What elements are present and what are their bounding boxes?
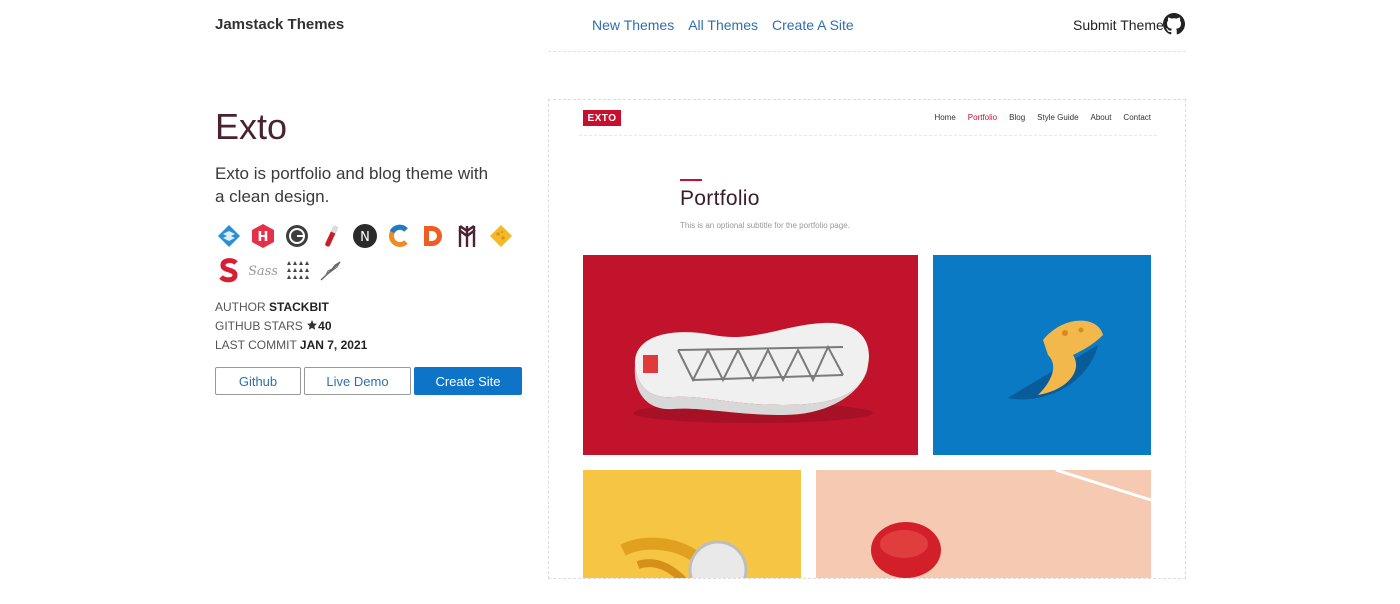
gatsby-icon[interactable]: [283, 222, 311, 250]
phone-image: [620, 537, 748, 578]
cheese-image: [1008, 320, 1103, 400]
hugo-icon[interactable]: H: [249, 222, 277, 250]
shoe-image: [633, 322, 873, 423]
github-button[interactable]: Github: [215, 367, 301, 395]
portfolio-tile-cheese: [933, 255, 1151, 455]
triangles-icon[interactable]: [283, 256, 311, 284]
stackbit-icon[interactable]: [215, 222, 243, 250]
commit-row: LAST COMMIT JAN 7, 2021: [215, 336, 367, 355]
preview-rule: [579, 135, 1157, 136]
theme-meta: AUTHOR STACKBIT GITHUB STARS 40 LAST COM…: [215, 298, 367, 355]
nextjs-icon[interactable]: N: [351, 222, 379, 250]
theme-description: Exto is portfolio and blog theme with a …: [215, 164, 489, 206]
nav-all-themes[interactable]: All Themes: [688, 17, 758, 33]
star-icon: [307, 320, 318, 330]
nav-create-a-site[interactable]: Create A Site: [772, 17, 854, 33]
portfolio-tile-paddle: [816, 470, 1151, 578]
nav-new-themes[interactable]: New Themes: [592, 17, 674, 33]
github-icon[interactable]: [1163, 13, 1185, 35]
theme-title: Exto: [215, 106, 288, 147]
create-site-button[interactable]: Create Site: [414, 367, 522, 395]
submit-theme-link[interactable]: Submit Theme: [1073, 17, 1164, 33]
preview-title: Portfolio: [680, 187, 760, 210]
preview-nav-home: Home: [934, 113, 956, 122]
portfolio-tile-shoe: [583, 255, 918, 455]
site-brand[interactable]: Jamstack Themes: [215, 16, 344, 33]
tech-icons: H N Sass: [215, 222, 515, 284]
sass-icon[interactable]: Sass: [249, 256, 277, 284]
tree-icon[interactable]: [453, 222, 481, 250]
preview-nav-portfolio: Portfolio: [967, 113, 998, 122]
preview-nav-contact: Contact: [1123, 113, 1151, 122]
quill-icon[interactable]: [317, 256, 345, 284]
portfolio-tile-phone: [583, 470, 801, 578]
top-navbar: Jamstack Themes New Themes All Themes Cr…: [0, 0, 1400, 52]
svg-text:H: H: [258, 230, 269, 245]
main-nav: New Themes All Themes Create A Site: [592, 17, 854, 33]
preview-subtitle: This is an optional subtitle for the por…: [680, 221, 850, 230]
stars-value: 40: [318, 319, 332, 333]
author-label: AUTHOR: [215, 300, 266, 314]
preview-nav-blog: Blog: [1009, 113, 1026, 122]
preview-nav-style-guide: Style Guide: [1037, 113, 1079, 122]
s-icon[interactable]: [215, 256, 243, 284]
commit-label: LAST COMMIT: [215, 338, 297, 352]
header-divider: [548, 51, 1186, 52]
jekyll-icon[interactable]: [317, 222, 345, 250]
action-buttons: Github Live Demo Create Site: [215, 367, 522, 395]
author-row: AUTHOR STACKBIT: [215, 298, 367, 317]
commit-value: JAN 7, 2021: [299, 338, 368, 352]
preview-nav-about: About: [1090, 113, 1112, 122]
preview-logo: EXTO: [583, 110, 621, 126]
paddle-image: [871, 470, 1151, 578]
svg-text:N: N: [360, 230, 370, 245]
author-value: STACKBIT: [269, 300, 329, 314]
stars-row: GITHUB STARS 40: [215, 317, 367, 336]
preview-accent-line: [680, 179, 702, 181]
svg-text:Sass: Sass: [249, 264, 277, 279]
preview-nav: Home Portfolio Blog Style Guide About Co…: [934, 113, 1151, 122]
stars-label: GITHUB STARS: [215, 319, 303, 333]
d-icon[interactable]: [419, 222, 447, 250]
cheese-icon[interactable]: [487, 222, 515, 250]
live-demo-button[interactable]: Live Demo: [304, 367, 411, 395]
c-icon[interactable]: [385, 222, 413, 250]
theme-preview[interactable]: EXTO Home Portfolio Blog Style Guide Abo…: [548, 99, 1186, 579]
